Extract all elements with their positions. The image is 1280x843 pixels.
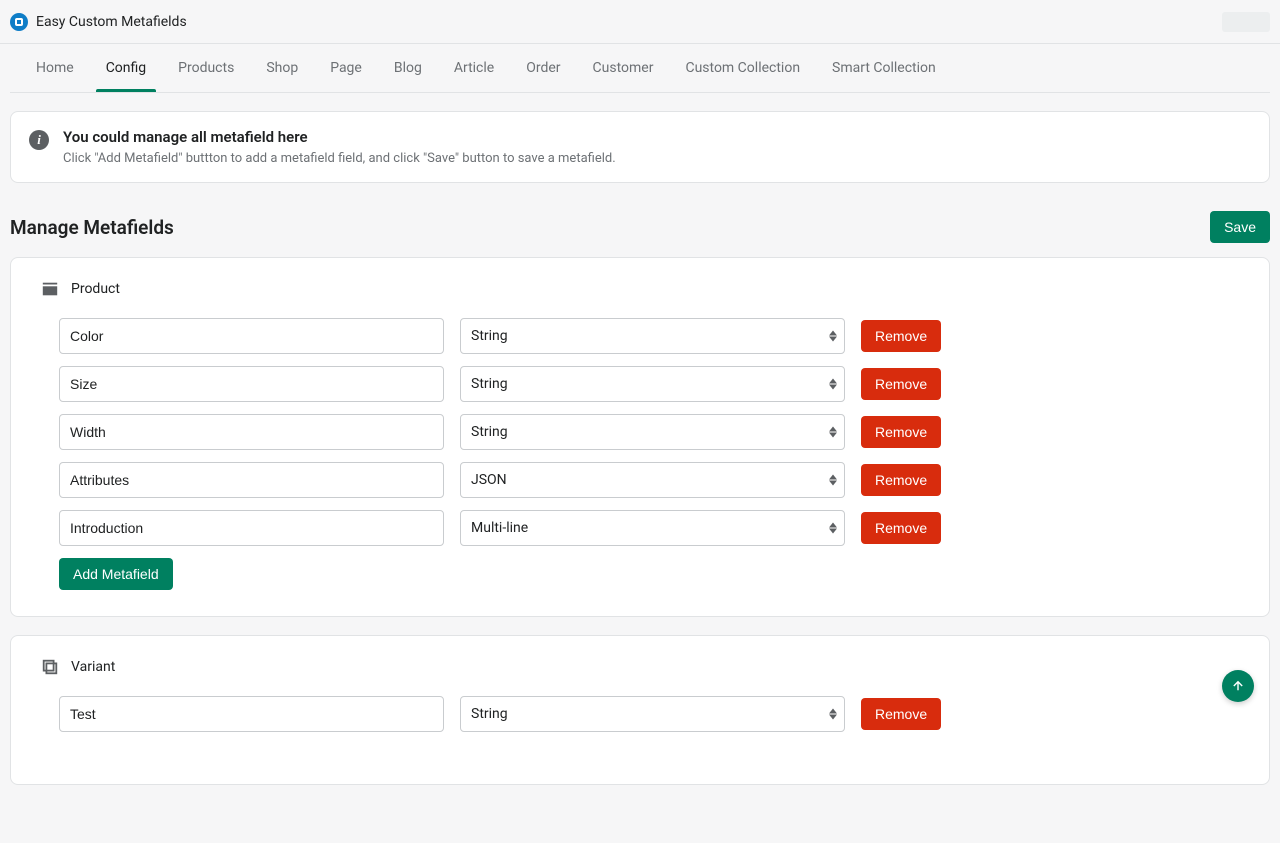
tab-custom-collection[interactable]: Custom Collection <box>669 44 816 92</box>
tab-shop[interactable]: Shop <box>250 44 314 92</box>
tab-page[interactable]: Page <box>314 44 378 92</box>
topbar: Easy Custom Metafields <box>0 0 1280 44</box>
field-row: String Remove <box>59 696 1239 732</box>
variant-icon <box>41 658 59 676</box>
field-type-select[interactable]: Multi-line <box>460 510 845 546</box>
arrow-up-icon <box>1231 679 1245 693</box>
section-variant: Variant String Remove <box>10 635 1270 785</box>
info-banner: i You could manage all metafield here Cl… <box>10 111 1270 183</box>
remove-button[interactable]: Remove <box>861 368 941 400</box>
field-name-input[interactable] <box>59 510 444 546</box>
field-name-input[interactable] <box>59 414 444 450</box>
remove-button[interactable]: Remove <box>861 320 941 352</box>
field-type-select[interactable]: String <box>460 318 845 354</box>
section-product-header: Product <box>41 280 1239 298</box>
field-name-input[interactable] <box>59 318 444 354</box>
info-title: You could manage all metafield here <box>63 128 616 146</box>
tab-blog[interactable]: Blog <box>378 44 438 92</box>
field-type-select[interactable]: String <box>460 414 845 450</box>
add-metafield-button[interactable]: Add Metafield <box>59 558 173 590</box>
field-row: JSON Remove <box>59 462 1239 498</box>
tab-customer[interactable]: Customer <box>577 44 670 92</box>
field-name-input[interactable] <box>59 462 444 498</box>
field-row: Multi-line Remove <box>59 510 1239 546</box>
heading-row: Manage Metafields Save <box>10 211 1270 243</box>
page-content: i You could manage all metafield here Cl… <box>0 93 1280 843</box>
section-product-title: Product <box>71 281 120 297</box>
remove-button[interactable]: Remove <box>861 464 941 496</box>
field-name-input[interactable] <box>59 696 444 732</box>
section-product: Product String Remove String <box>10 257 1270 617</box>
save-button[interactable]: Save <box>1210 211 1270 243</box>
tab-bar: Home Config Products Shop Page Blog Arti… <box>10 44 1270 93</box>
field-name-input[interactable] <box>59 366 444 402</box>
field-type-select[interactable]: String <box>460 696 845 732</box>
app-logo-icon <box>10 13 28 31</box>
scroll-top-button[interactable] <box>1222 670 1254 702</box>
field-row: String Remove <box>59 414 1239 450</box>
section-variant-header: Variant <box>41 658 1239 676</box>
info-subtitle: Click "Add Metafield" buttton to add a m… <box>63 151 616 166</box>
tab-products[interactable]: Products <box>162 44 250 92</box>
tab-article[interactable]: Article <box>438 44 510 92</box>
field-type-select[interactable]: JSON <box>460 462 845 498</box>
tab-home[interactable]: Home <box>20 44 90 92</box>
page-title: Manage Metafields <box>10 216 174 239</box>
section-variant-title: Variant <box>71 659 115 675</box>
topbar-placeholder <box>1222 12 1270 32</box>
info-icon: i <box>29 130 49 150</box>
remove-button[interactable]: Remove <box>861 416 941 448</box>
remove-button[interactable]: Remove <box>861 512 941 544</box>
tab-smart-collection[interactable]: Smart Collection <box>816 44 952 92</box>
field-row: String Remove <box>59 366 1239 402</box>
field-type-select[interactable]: String <box>460 366 845 402</box>
tab-order[interactable]: Order <box>510 44 576 92</box>
tab-config[interactable]: Config <box>90 44 162 92</box>
app-title: Easy Custom Metafields <box>36 14 187 30</box>
remove-button[interactable]: Remove <box>861 698 941 730</box>
field-row: String Remove <box>59 318 1239 354</box>
product-icon <box>41 280 59 298</box>
